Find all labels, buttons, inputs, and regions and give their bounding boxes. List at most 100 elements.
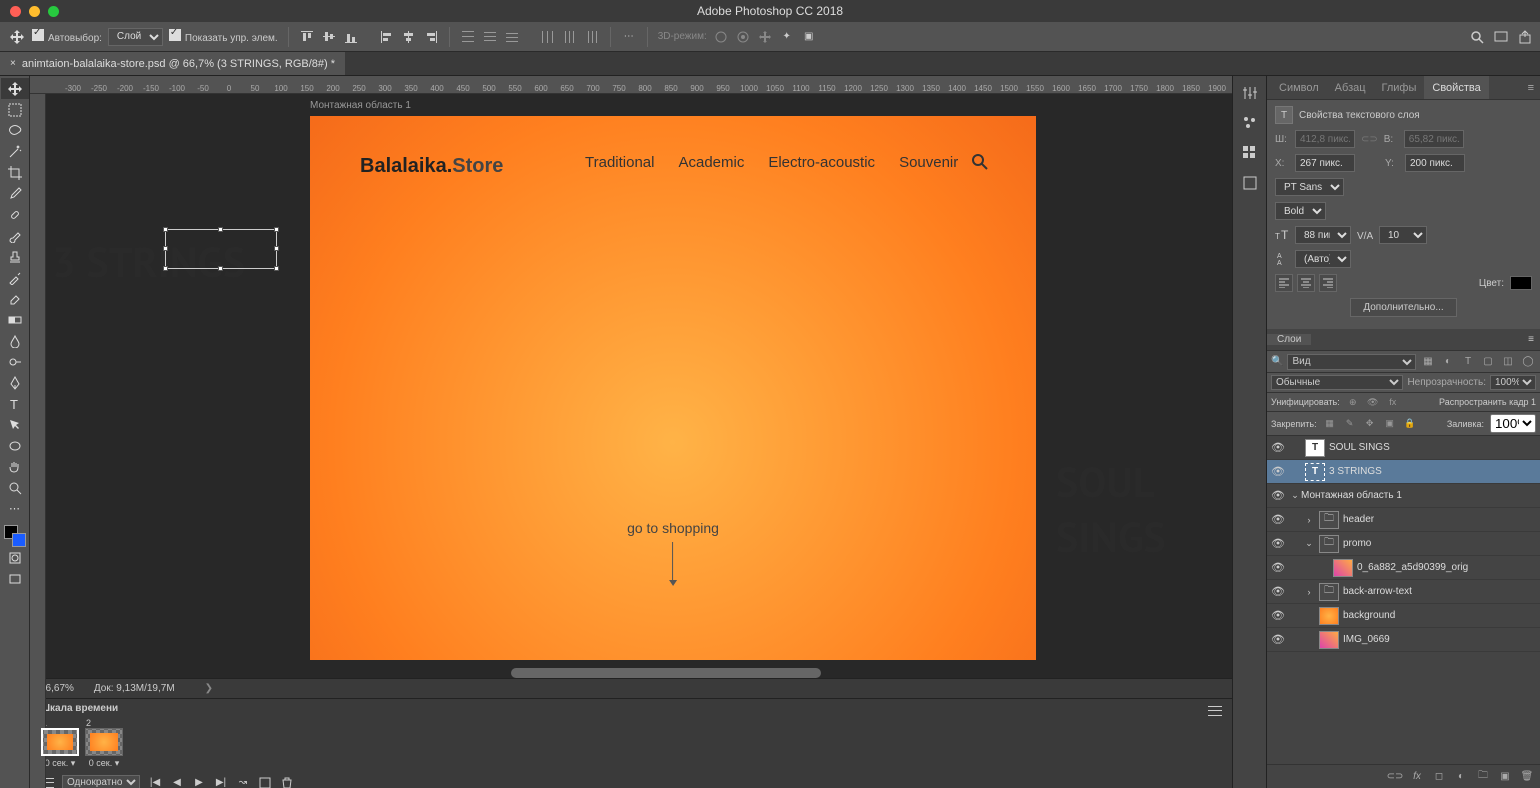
font-family-dropdown[interactable]: PT Sans xyxy=(1275,178,1344,196)
gradient-tool[interactable] xyxy=(1,309,29,330)
layer-name[interactable]: 3 STRINGS xyxy=(1329,466,1536,477)
quickmask-icon[interactable] xyxy=(1,547,29,568)
loop-dropdown[interactable]: Однократно xyxy=(62,775,140,788)
layer-row[interactable]: 👁⌄🗀promo xyxy=(1267,532,1540,556)
horizontal-ruler[interactable]: -300-250-200-150-100-5005010015020025030… xyxy=(30,76,1232,94)
twist-icon[interactable]: ⌄ xyxy=(1289,490,1301,501)
delete-layer-icon[interactable]: 🗑 xyxy=(1520,770,1534,784)
dist-vcenter-icon[interactable] xyxy=(482,29,498,45)
lasso-tool[interactable] xyxy=(1,120,29,141)
layer-name[interactable]: Монтажная область 1 xyxy=(1301,490,1536,501)
align-hcenter-icon[interactable] xyxy=(401,29,417,45)
lock-artboard-icon[interactable]: ▣ xyxy=(1383,417,1397,431)
text-tool[interactable]: T xyxy=(1,393,29,414)
filter-smart-icon[interactable]: ◫ xyxy=(1500,354,1516,370)
filter-pixel-icon[interactable]: ▦ xyxy=(1420,354,1436,370)
align-right-text-icon[interactable] xyxy=(1319,274,1337,292)
layer-name[interactable]: 0_6a882_a5d90399_orig xyxy=(1357,562,1536,573)
text-layer-soulsings[interactable]: SOUL SINGS xyxy=(1056,454,1232,564)
filter-text-icon[interactable]: T xyxy=(1460,354,1476,370)
next-frame-icon[interactable]: ▶| xyxy=(214,776,228,788)
visibility-icon[interactable]: 👁 xyxy=(1267,561,1289,574)
opacity-dropdown[interactable]: 100% xyxy=(1490,375,1536,390)
twist-icon[interactable]: › xyxy=(1303,515,1315,525)
screenmode-tool[interactable] xyxy=(1,568,29,589)
propagate-checkbox[interactable]: Распространить кадр 1 xyxy=(1439,397,1536,407)
dodge-tool[interactable] xyxy=(1,351,29,372)
hand-tool[interactable] xyxy=(1,456,29,477)
layer-row[interactable]: 👁T3 STRINGS xyxy=(1267,460,1540,484)
share-icon[interactable] xyxy=(1518,30,1532,44)
wand-tool[interactable] xyxy=(1,141,29,162)
more-options-icon[interactable]: ⋯ xyxy=(621,29,637,45)
layer-mask-icon[interactable]: ◻ xyxy=(1432,770,1446,784)
path-select-tool[interactable] xyxy=(1,414,29,435)
panel-menu-icon[interactable] xyxy=(1208,706,1222,716)
move-tool[interactable] xyxy=(1,78,29,99)
layer-name[interactable]: IMG_0669 xyxy=(1343,634,1536,645)
crop-tool[interactable] xyxy=(1,162,29,183)
dist-hcenter-icon[interactable] xyxy=(562,29,578,45)
adjustment-layer-icon[interactable]: ◐ xyxy=(1454,770,1468,784)
3d-slide-icon[interactable]: ✦ xyxy=(779,29,795,45)
close-window-icon[interactable] xyxy=(10,6,21,17)
stamp-tool[interactable] xyxy=(1,246,29,267)
artboard-label[interactable]: Монтажная область 1 xyxy=(310,100,411,111)
delete-frame-icon[interactable] xyxy=(280,776,294,788)
layer-name[interactable]: header xyxy=(1343,514,1536,525)
autoselect-dropdown[interactable]: Слой xyxy=(108,28,163,46)
visibility-icon[interactable]: 👁 xyxy=(1267,537,1289,550)
filter-adjust-icon[interactable]: ◐ xyxy=(1440,354,1456,370)
tab-paragraph[interactable]: Абзац xyxy=(1327,76,1374,99)
layer-row[interactable]: 👁background xyxy=(1267,604,1540,628)
new-layer-icon[interactable]: ▣ xyxy=(1498,770,1512,784)
dock-libraries-icon[interactable] xyxy=(1239,172,1261,194)
marquee-tool[interactable] xyxy=(1,99,29,120)
twist-icon[interactable]: ⌄ xyxy=(1303,538,1315,549)
layer-row[interactable]: 👁TSOUL SINGS xyxy=(1267,436,1540,460)
align-left-text-icon[interactable] xyxy=(1275,274,1293,292)
document-tab[interactable]: ×animtaion-balalaika-store.psd @ 66,7% (… xyxy=(0,52,345,75)
3d-orbit-icon[interactable] xyxy=(713,29,729,45)
pen-tool[interactable] xyxy=(1,372,29,393)
zoom-tool[interactable] xyxy=(1,477,29,498)
layer-row[interactable]: 👁 IMG_0669 xyxy=(1267,628,1540,652)
layer-name[interactable]: back-arrow-text xyxy=(1343,586,1536,597)
eyedropper-tool[interactable] xyxy=(1,183,29,204)
align-bottom-icon[interactable] xyxy=(343,29,359,45)
edit-toolbar-icon[interactable]: ⋯ xyxy=(1,498,29,519)
tab-symbol[interactable]: Символ xyxy=(1271,76,1327,99)
visibility-icon[interactable]: 👁 xyxy=(1267,465,1289,478)
dist-right-icon[interactable] xyxy=(584,29,600,45)
visibility-icon[interactable]: 👁 xyxy=(1267,633,1289,646)
filter-type-dropdown[interactable]: Вид xyxy=(1287,354,1416,370)
layer-row[interactable]: 👁›🗀header xyxy=(1267,508,1540,532)
tracking-dropdown[interactable]: 10 xyxy=(1379,226,1427,244)
lock-position-icon[interactable]: ✥ xyxy=(1363,417,1377,431)
first-frame-icon[interactable]: |◀ xyxy=(148,776,162,788)
align-left-icon[interactable] xyxy=(379,29,395,45)
blur-tool[interactable] xyxy=(1,330,29,351)
leading-dropdown[interactable]: (Авто) xyxy=(1295,250,1351,268)
dist-left-icon[interactable] xyxy=(540,29,556,45)
autoselect-checkbox[interactable]: Автовыбор: xyxy=(32,29,102,44)
visibility-icon[interactable]: 👁 xyxy=(1267,489,1289,502)
dist-top-icon[interactable] xyxy=(460,29,476,45)
canvas[interactable]: 3 STRINGS Монтажная область 1 Balalaika.… xyxy=(30,94,1232,678)
text-color-swatch[interactable] xyxy=(1510,276,1532,290)
3d-roll-icon[interactable] xyxy=(735,29,751,45)
dock-styles-icon[interactable] xyxy=(1239,112,1261,134)
move-tool-icon[interactable] xyxy=(8,28,26,46)
history-brush-tool[interactable] xyxy=(1,267,29,288)
visibility-icon[interactable]: 👁 xyxy=(1267,441,1289,454)
layer-fx-icon[interactable]: fx xyxy=(1410,770,1424,784)
dist-bottom-icon[interactable] xyxy=(504,29,520,45)
font-size-dropdown[interactable]: 88 пикс. xyxy=(1295,226,1351,244)
link-layers-icon[interactable]: ⊂⊃ xyxy=(1388,770,1402,784)
prev-frame-icon[interactable]: ◀ xyxy=(170,776,184,788)
filter-toggle-icon[interactable]: ◯ xyxy=(1520,354,1536,370)
selection-bounds[interactable] xyxy=(165,229,277,269)
layer-name[interactable]: SOUL SINGS xyxy=(1329,442,1536,453)
eraser-tool[interactable] xyxy=(1,288,29,309)
unify-style-icon[interactable]: fx xyxy=(1386,395,1400,409)
